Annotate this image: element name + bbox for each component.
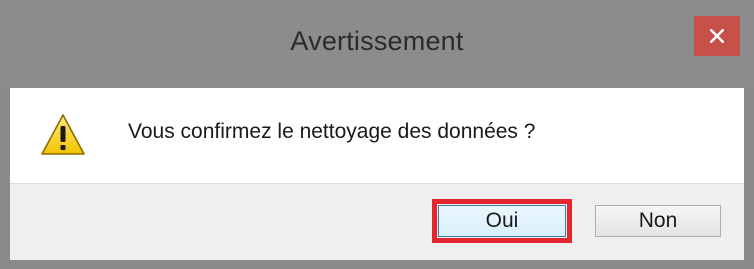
no-button[interactable]: Non (595, 205, 721, 237)
button-bar: Oui Non (10, 183, 744, 260)
close-button[interactable] (694, 16, 740, 56)
yes-button[interactable]: Oui (438, 205, 566, 237)
warning-icon (41, 114, 85, 155)
close-icon (710, 29, 724, 43)
title-bar[interactable]: Avertissement (0, 0, 754, 88)
dialog-message: Vous confirmez le nettoyage des données … (128, 120, 536, 143)
dialog-window: Avertissement Vous confirmez le nettoyag… (0, 0, 754, 269)
dialog-body: Vous confirmez le nettoyage des données … (10, 88, 744, 183)
dialog-title: Avertissement (290, 26, 464, 56)
